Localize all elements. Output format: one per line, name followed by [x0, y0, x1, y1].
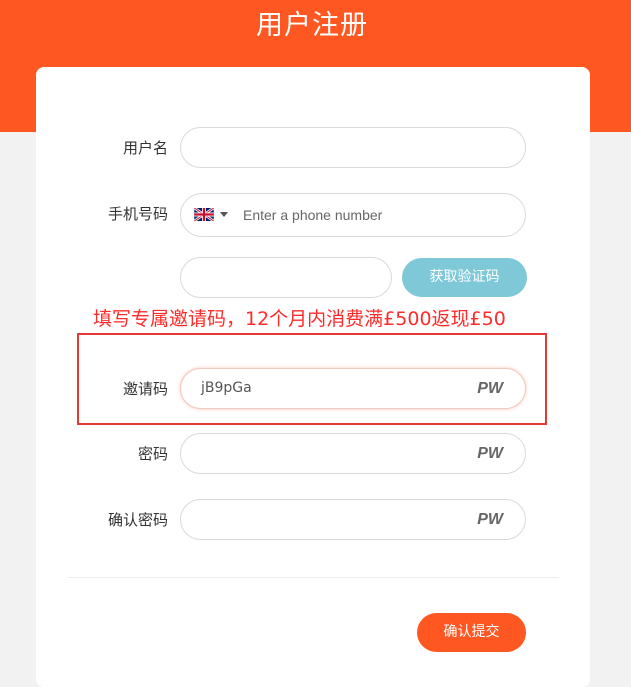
password-label: 密码 [137, 445, 168, 463]
username-input[interactable] [180, 127, 526, 168]
password-input[interactable]: PW [180, 433, 526, 474]
verification-code-input[interactable] [180, 257, 392, 298]
username-label: 用户名 [122, 139, 168, 157]
invite-code-value: jB9pGa [201, 380, 252, 396]
password-manager-icon[interactable]: PW [477, 434, 503, 473]
invite-code-label: 邀请码 [122, 380, 168, 398]
get-code-button[interactable]: 获取验证码 [402, 258, 527, 297]
invite-code-input[interactable]: jB9pGa PW [180, 368, 526, 409]
password-manager-icon[interactable]: PW [477, 369, 503, 408]
page-title: 用户注册 [256, 10, 368, 41]
promo-text: 填写专属邀请码，12个月内消费满£500返现£50 [93, 308, 506, 330]
chevron-down-icon[interactable] [220, 212, 228, 217]
submit-button[interactable]: 确认提交 [417, 613, 526, 652]
confirm-password-label: 确认密码 [107, 511, 168, 529]
phone-label: 手机号码 [107, 205, 168, 223]
password-manager-icon[interactable]: PW [477, 500, 503, 539]
divider [67, 577, 559, 578]
confirm-password-input[interactable]: PW [180, 499, 526, 540]
phone-input[interactable]: Enter a phone number [180, 193, 526, 237]
phone-placeholder: Enter a phone number [243, 207, 383, 223]
uk-flag-icon[interactable] [194, 208, 214, 221]
